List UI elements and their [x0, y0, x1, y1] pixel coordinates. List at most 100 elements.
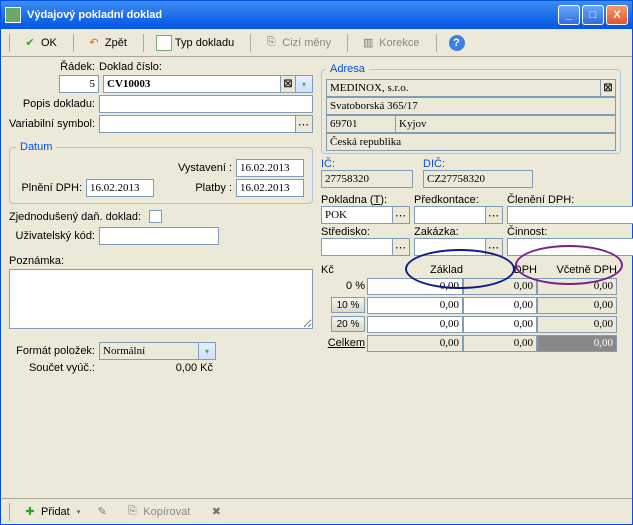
zaklad-total: 0,00 — [367, 335, 463, 352]
items-toolbar: ✚ Přidat ▾ ✎ ⎘ Kopírovat ✖ — [1, 498, 632, 524]
maximize-button[interactable]: □ — [582, 5, 604, 25]
sum-value: 0,00 Kč — [99, 362, 219, 374]
edit-item-button: ✎ — [90, 502, 114, 522]
ic-label: IČ: — [321, 158, 417, 170]
doc-icon — [156, 35, 172, 51]
grid-header-zaklad: Základ — [367, 264, 463, 276]
row-number-label: Řádek: — [9, 61, 99, 73]
cinnost-field[interactable] — [507, 238, 633, 256]
note-field[interactable] — [9, 269, 313, 329]
add-icon: ✚ — [22, 504, 38, 520]
right-column: Adresa ☒ IČ: DIČ: — [321, 61, 621, 352]
issued-field[interactable] — [236, 159, 304, 177]
total-label[interactable]: Celkem — [328, 337, 365, 349]
correction-button: ▥ Korekce — [356, 33, 427, 53]
format-dropdown-button[interactable]: ▾ — [198, 342, 216, 360]
delete-icon: ✖ — [208, 504, 224, 520]
cinnost-label: Činnost: — [507, 226, 633, 238]
copy-item-button: ⎘ Kopírovat — [120, 502, 198, 522]
window-buttons: _ □ X — [558, 5, 628, 25]
doc-clear-button[interactable]: ☒ — [280, 75, 296, 93]
back-button[interactable]: ↶ Zpět — [82, 33, 135, 53]
addr-country — [326, 133, 616, 151]
usercode-label: Uživatelský kód: — [9, 230, 99, 242]
dph-total: 0,00 — [463, 335, 537, 352]
row-number-field[interactable] — [59, 75, 99, 93]
addr-name[interactable] — [326, 79, 601, 97]
cleneni-label: Členění DPH: — [507, 194, 633, 206]
rate-20-button[interactable]: 20 % — [331, 316, 365, 332]
simple-tax-label: Zjednodušený daň. doklad: — [9, 211, 149, 223]
varsym-lookup-button[interactable]: ⋯ — [295, 115, 313, 133]
vc-20-value: 0,00 — [537, 316, 617, 333]
pokladna-lookup-button[interactable]: ⋯ — [392, 206, 410, 224]
pokladna-label: Pokladna (T): — [321, 194, 410, 206]
predkontace-lookup-button[interactable]: ⋯ — [485, 206, 503, 224]
add-item-button[interactable]: ✚ Přidat ▾ — [18, 502, 84, 522]
cleneni-field[interactable] — [507, 206, 633, 224]
left-column: Řádek: Doklad číslo: ☒ ▾ Popis dokladu: … — [9, 61, 313, 376]
vc-10-value: 0,00 — [537, 297, 617, 314]
sum-label: Součet vyúč.: — [9, 362, 99, 374]
zakazka-field[interactable] — [414, 238, 486, 256]
titlebar: Výdajový pokladní doklad _ □ X — [1, 1, 632, 29]
addr-city — [395, 115, 616, 133]
vc-0-value: 0,00 — [537, 278, 617, 295]
usercode-field[interactable] — [99, 227, 219, 245]
grid-header-vcetne: Včetně DPH — [537, 264, 617, 276]
rate-10-button[interactable]: 10 % — [331, 297, 365, 313]
desc-field[interactable] — [99, 95, 313, 113]
dic-field[interactable] — [423, 170, 533, 188]
currencies-button: ⎘ Cizí měny — [259, 33, 339, 53]
date-legend: Datum — [16, 141, 56, 153]
rate-0-label: 0 % — [321, 280, 367, 292]
note-label: Poznámka: — [9, 255, 99, 267]
format-select[interactable] — [99, 342, 199, 360]
help-icon: ? — [449, 35, 465, 51]
predkontace-label: Předkontace: — [414, 194, 503, 206]
dph-20-field[interactable] — [463, 316, 537, 333]
stredisko-lookup-button[interactable]: ⋯ — [392, 238, 410, 256]
desc-label: Popis dokladu: — [9, 98, 99, 110]
zaklad-10-field[interactable] — [367, 297, 463, 314]
stredisko-field[interactable] — [321, 238, 393, 256]
simple-tax-checkbox[interactable] — [149, 210, 162, 223]
vat-date-field[interactable] — [86, 179, 154, 197]
doc-type-button[interactable]: Typ dokladu — [152, 33, 242, 53]
varsym-label: Variabilní symbol: — [9, 118, 99, 130]
vat-date-label: Plnění DPH: — [16, 182, 86, 194]
varsym-field[interactable] — [99, 115, 296, 133]
edit-icon: ✎ — [94, 504, 110, 520]
window-title: Výdajový pokladní doklad — [27, 9, 558, 21]
zakazka-lookup-button[interactable]: ⋯ — [485, 238, 503, 256]
grid-header-dph: DPH — [463, 264, 537, 276]
zakazka-label: Zakázka: — [414, 226, 503, 238]
ic-field[interactable] — [321, 170, 413, 188]
dph-10-field[interactable] — [463, 297, 537, 314]
stredisko-label: Středisko: — [321, 226, 410, 238]
issued-label: Vystavení : — [176, 162, 236, 174]
addr-street — [326, 97, 616, 115]
zaklad-20-field[interactable] — [367, 316, 463, 333]
dph-0-value: 0,00 — [463, 278, 537, 295]
predkontace-field[interactable] — [414, 206, 486, 224]
main-toolbar: ✔ OK ↶ Zpět Typ dokladu ⎘ Cizí měny ▥ Ko… — [1, 29, 632, 57]
address-legend: Adresa — [326, 63, 369, 75]
back-icon: ↶ — [86, 35, 102, 51]
dic-label: DIČ: — [423, 158, 621, 170]
minimize-button[interactable]: _ — [558, 5, 580, 25]
addr-zip — [326, 115, 396, 133]
doc-dropdown-button[interactable]: ▾ — [295, 75, 313, 93]
zaklad-0-field[interactable] — [367, 278, 463, 295]
help-button[interactable]: ? — [445, 33, 469, 53]
doc-number-label: Doklad číslo: — [99, 61, 313, 73]
pokladna-field[interactable] — [321, 206, 393, 224]
payment-field[interactable] — [236, 179, 304, 197]
ok-button[interactable]: ✔ OK — [18, 33, 65, 53]
close-button[interactable]: X — [606, 5, 628, 25]
copy-icon: ⎘ — [124, 504, 140, 520]
addr-clear-button[interactable]: ☒ — [600, 79, 616, 97]
doc-number-field[interactable] — [103, 75, 281, 93]
grid-header-kc: Kč — [321, 264, 367, 276]
vc-total: 0,00 — [537, 335, 617, 352]
